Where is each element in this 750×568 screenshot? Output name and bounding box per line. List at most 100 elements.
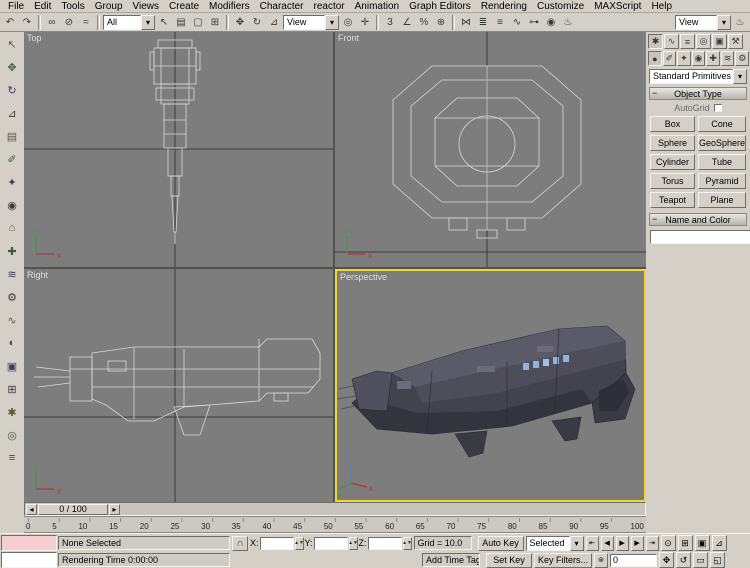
menu-group[interactable]: Group — [90, 1, 128, 12]
reference-coordinate-dropdown[interactable]: View ▾ — [283, 15, 339, 30]
mirror-icon[interactable]: ⋈ — [458, 14, 474, 30]
z-spinner[interactable]: ▲▼ — [403, 537, 412, 550]
zoom-icon[interactable]: ⊙ — [661, 535, 676, 551]
angle-snap-icon[interactable]: ∠ — [399, 14, 415, 30]
left-tool-icon-13[interactable]: ∿ — [4, 312, 20, 328]
y-coordinate-field[interactable] — [314, 537, 348, 550]
left-tool-icon-3[interactable]: ↻ — [4, 82, 20, 98]
menu-maxscript[interactable]: MAXScript — [589, 1, 646, 12]
render-type-dropdown[interactable]: View ▾ — [675, 15, 731, 30]
tab-utilities-icon[interactable]: ⚒ — [728, 34, 743, 49]
tab-motion-icon[interactable]: ◎ — [696, 34, 711, 49]
menu-customize[interactable]: Customize — [532, 1, 589, 12]
add-time-tag-field[interactable]: Add Time Tag — [422, 553, 480, 567]
pyramid-button[interactable]: Pyramid — [698, 173, 746, 189]
time-slider-track[interactable]: ◂ 0 / 100 ▸ — [24, 502, 646, 516]
primitive-category-dropdown[interactable]: Standard Primitives ▾ — [649, 69, 747, 84]
category-helpers-icon[interactable]: ✚ — [706, 51, 720, 66]
field-of-view-icon[interactable]: ⊿ — [712, 535, 727, 551]
select-object-icon[interactable]: ↖ — [156, 14, 172, 30]
menu-create[interactable]: Create — [164, 1, 204, 12]
go-to-start-icon[interactable]: ⇤ — [586, 536, 599, 551]
tab-create-icon[interactable]: ✱ — [648, 34, 663, 49]
menu-modifiers[interactable]: Modifiers — [204, 1, 255, 12]
box-button[interactable]: Box — [650, 116, 695, 132]
maximize-viewport-toggle-icon[interactable]: ◱ — [710, 552, 725, 568]
selection-lock-icon[interactable]: ∩ — [232, 536, 248, 551]
left-tool-icon-12[interactable]: ⚙ — [4, 289, 20, 305]
key-mode-toggle-icon[interactable]: ⊚ — [594, 553, 608, 568]
chevron-down-icon[interactable]: ▾ — [717, 15, 731, 30]
select-and-manipulate-icon[interactable]: ✛ — [357, 14, 373, 30]
left-tool-icon-4[interactable]: ⊿ — [4, 105, 20, 121]
left-tool-icon-10[interactable]: ✚ — [4, 243, 20, 259]
curve-editor-icon[interactable]: ∿ — [509, 14, 525, 30]
menu-edit[interactable]: Edit — [29, 1, 56, 12]
select-and-move-icon[interactable]: ✥ — [232, 14, 248, 30]
plane-button[interactable]: Plane — [698, 192, 746, 208]
tab-hierarchy-icon[interactable]: ≡ — [680, 34, 695, 49]
material-editor-icon[interactable]: ◉ — [543, 14, 559, 30]
tube-button[interactable]: Tube — [698, 154, 746, 170]
category-lights-icon[interactable]: ✦ — [677, 51, 691, 66]
chevron-down-icon[interactable]: ▾ — [325, 15, 339, 30]
key-selection-dropdown[interactable]: Selected ▾ — [526, 536, 584, 551]
cylinder-button[interactable]: Cylinder — [650, 154, 695, 170]
left-tool-icon-16[interactable]: ⊞ — [4, 381, 20, 397]
object-type-rollout-header[interactable]: − Object Type — [649, 87, 747, 100]
category-geometry-icon[interactable]: ● — [648, 51, 662, 66]
x-coordinate-field[interactable] — [260, 537, 294, 550]
percent-snap-icon[interactable]: % — [416, 14, 432, 30]
spinner-snap-icon[interactable]: ⊕ — [433, 14, 449, 30]
redo-icon[interactable]: ↷ — [19, 14, 35, 30]
viewport-top-label[interactable]: Top — [27, 33, 42, 43]
tab-modify-icon[interactable]: ∿ — [664, 34, 679, 49]
track-bar[interactable]: 0 5 10 15 20 25 30 35 40 45 50 55 60 65 … — [24, 516, 646, 533]
render-scene-icon[interactable]: ♨ — [560, 14, 576, 30]
left-tool-icon-15[interactable]: ▣ — [4, 358, 20, 374]
quick-render-icon[interactable]: ♨ — [732, 14, 748, 30]
viewport-perspective-active[interactable]: Perspective — [335, 269, 646, 502]
selection-filter-dropdown[interactable]: All ▾ — [103, 15, 155, 30]
left-tool-icon-1[interactable]: ↖ — [4, 36, 20, 52]
torus-button[interactable]: Torus — [650, 173, 695, 189]
layer-manager-icon[interactable]: ≡ — [492, 14, 508, 30]
play-animation-icon[interactable]: ▶ — [616, 536, 629, 551]
next-frame-icon[interactable]: ▶ — [631, 536, 644, 551]
chevron-down-icon[interactable]: ▾ — [570, 536, 584, 551]
left-tool-icon-5[interactable]: ▤ — [4, 128, 20, 144]
set-key-button[interactable]: Set Key — [486, 553, 532, 568]
region-zoom-icon[interactable]: ▭ — [693, 552, 708, 568]
x-spinner[interactable]: ▲▼ — [295, 537, 304, 550]
name-color-rollout-header[interactable]: − Name and Color — [649, 213, 747, 226]
geosphere-button[interactable]: GeoSphere — [698, 135, 746, 151]
zoom-extents-icon[interactable]: ▣ — [695, 535, 710, 551]
select-and-scale-icon[interactable]: ⊿ — [266, 14, 282, 30]
menu-help[interactable]: Help — [646, 1, 677, 12]
arc-rotate-icon[interactable]: ↺ — [676, 552, 691, 568]
viewport-top[interactable]: Top — [24, 32, 333, 267]
viewport-front-label[interactable]: Front — [338, 33, 359, 43]
category-spacewarps-icon[interactable]: ≋ — [721, 51, 735, 66]
tab-display-icon[interactable]: ▣ — [712, 34, 727, 49]
y-spinner[interactable]: ▲▼ — [349, 537, 358, 550]
schematic-view-icon[interactable]: ⊶ — [526, 14, 542, 30]
time-slider-button[interactable]: 0 / 100 — [38, 504, 108, 515]
viewport-right-label[interactable]: Right — [27, 270, 48, 280]
menu-rendering[interactable]: Rendering — [476, 1, 532, 12]
rectangular-selection-region-icon[interactable]: ▢ — [190, 14, 206, 30]
unlink-selection-icon[interactable]: ⊘ — [61, 14, 77, 30]
menu-graph-editors[interactable]: Graph Editors — [404, 1, 476, 12]
align-icon[interactable]: ≣ — [475, 14, 491, 30]
menu-reactor[interactable]: reactor — [309, 1, 350, 12]
undo-icon[interactable]: ↶ — [2, 14, 18, 30]
select-and-link-icon[interactable]: ∞ — [44, 14, 60, 30]
z-coordinate-field[interactable] — [368, 537, 402, 550]
viewport-perspective-label[interactable]: Perspective — [340, 272, 387, 282]
menu-character[interactable]: Character — [255, 1, 309, 12]
left-tool-icon-9[interactable]: ⌂ — [4, 220, 20, 236]
left-tool-icon-7[interactable]: ✦ — [4, 174, 20, 190]
go-to-end-icon[interactable]: ⇥ — [646, 536, 659, 551]
maxscript-mini-listener-macro[interactable] — [1, 535, 57, 551]
bind-to-space-warp-icon[interactable]: ≈ — [78, 14, 94, 30]
